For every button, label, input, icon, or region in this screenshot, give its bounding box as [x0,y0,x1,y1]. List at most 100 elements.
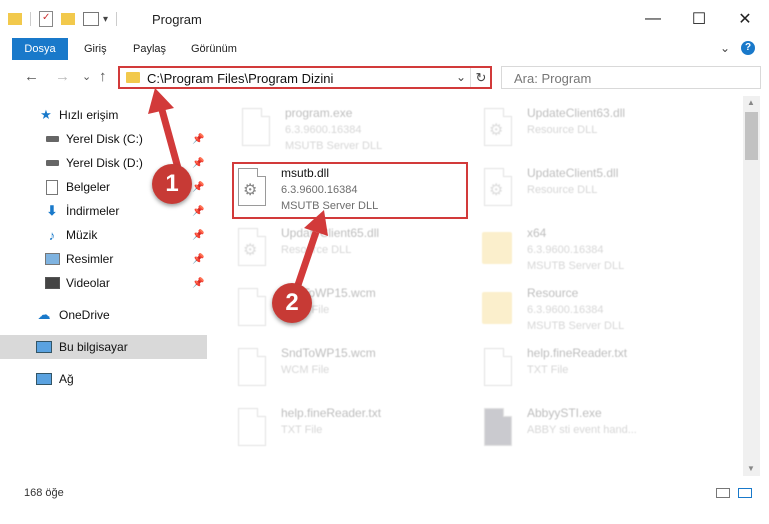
file-item[interactable]: ⚙ UpdateClient63.dll Resource DLL [480,102,716,158]
file-name: Resource [527,286,579,300]
sidebar-item-label: Belgeler [66,180,111,194]
new-folder-icon[interactable] [61,13,75,25]
separator [116,12,118,26]
exe-icon [238,108,272,150]
file-type: TXT File [281,424,323,436]
file-type: TXT File [527,364,569,376]
folder-item[interactable]: x64 6.3.9600.16384 MSUTB Server DLL [480,222,716,278]
file-name: help.fineReader.txt [281,406,382,420]
file-name: UpdateClient5.dll [527,166,619,180]
search-input[interactable]: Ara: Program [501,66,761,89]
file-type: Resource DLL [281,244,352,256]
status-bar: 168 öğe [0,480,769,504]
sidebar-item-label: Müzik [66,228,98,242]
file-item[interactable]: help.fineReader.txt TXT File [234,402,470,458]
pin-icon: 📌 [192,253,205,265]
folder-icon[interactable] [8,13,22,25]
file-type: WCM File [281,364,330,376]
tab-home[interactable]: Giriş [84,38,107,60]
sidebar-item-label: Videolar [66,276,110,290]
scroll-thumb[interactable] [745,112,758,160]
sidebar-item-label: Bu bilgisayar [59,340,128,354]
pin-icon: 📌 [192,133,205,145]
customize-dropdown-icon[interactable]: ▾ [103,14,108,25]
file-item[interactable]: SndToWP15.wcm WCM File [234,342,470,398]
sidebar-item-label: OneDrive [59,308,110,322]
file-name: AbbyySTI.exe [527,406,602,420]
sidebar-item-network[interactable]: Ağ [0,368,207,390]
tab-view[interactable]: Görünüm [191,38,237,60]
file-item[interactable]: help.fineReader.txt TXT File [480,342,716,398]
exe-icon [480,408,514,450]
file-description: MSUTB Server DLL [527,320,625,332]
navigation-pane: ★ Hızlı erişim Yerel Disk (C:) 📌 Yerel D… [0,96,207,476]
up-button[interactable]: ↑ [99,68,107,85]
ribbon-tabs: Dosya Giriş Paylaş Görünüm ⌄ ? [0,38,769,60]
file-item[interactable]: ⚙ UpdateClient5.dll Resource DLL [480,162,716,218]
folder-item[interactable]: Resource 6.3.9600.16384 MSUTB Server DLL [480,282,716,338]
file-item[interactable]: AbbyySTI.exe ABBY sti event hand... [480,402,716,458]
scroll-up-icon[interactable]: ▲ [747,98,755,107]
view-icon[interactable] [83,12,99,26]
quick-access-toolbar: ✓ ▾ [8,10,118,28]
sidebar-item-music[interactable]: ♪ Müzik 📌 [0,224,207,246]
sidebar-item-onedrive[interactable]: ☁ OneDrive [0,304,207,326]
videos-icon [44,276,60,290]
network-icon [36,372,52,386]
cloud-icon: ☁ [37,307,51,322]
back-button[interactable]: ← [24,68,39,85]
maximize-button[interactable]: ☐ [676,0,722,38]
file-icon [234,288,268,330]
downloads-icon: ⬇ [46,203,58,218]
forward-button[interactable]: → [55,68,70,85]
file-item[interactable]: SndToWP15.wcm WCM File [234,282,470,338]
sidebar-item-pictures[interactable]: Resimler 📌 [0,248,207,270]
star-icon: ★ [40,107,52,122]
address-path[interactable]: C:\Program Files\Program Dizini [147,71,333,86]
large-icons-view-icon[interactable] [738,488,752,498]
file-name: program.exe [285,106,353,120]
minimize-button[interactable]: — [630,0,676,38]
file-icon [480,348,514,390]
file-icon [234,408,268,450]
file-name: UpdateClient65.dll [281,226,380,240]
sidebar-item-quick-access[interactable]: ★ Hızlı erişim [0,104,207,126]
file-description: MSUTB Server DLL [527,260,625,272]
folder-icon [480,228,514,270]
documents-icon [44,179,60,195]
file-description: MSUTB Server DLL [285,140,383,152]
sidebar-item-label: Ağ [59,372,74,386]
search-placeholder: Ara: Program [514,71,592,86]
drive-icon [44,132,60,146]
properties-icon[interactable]: ✓ [39,11,53,27]
title-bar: ✓ ▾ Program — ☐ ✕ [0,0,769,38]
sidebar-item-label: İndirmeler [66,204,120,218]
dll-icon: ⚙ [480,168,514,210]
help-icon[interactable]: ? [741,41,755,55]
callout-badge-2: 2 [272,283,312,323]
tab-share[interactable]: Paylaş [133,38,166,60]
sidebar-item-this-pc[interactable]: Bu bilgisayar [0,335,207,359]
expand-ribbon-icon[interactable]: ⌄ [720,41,730,55]
callout-badge-1: 1 [152,164,192,204]
sidebar-item-disk-c[interactable]: Yerel Disk (C:) 📌 [0,128,207,150]
file-item[interactable]: ⚙ UpdateClient65.dll Resource DLL [234,222,470,278]
tab-file[interactable]: Dosya [12,38,68,60]
sidebar-item-videos[interactable]: Videolar 📌 [0,272,207,294]
recent-locations-icon[interactable]: ⌄ [82,70,91,83]
file-item[interactable]: program.exe 6.3.9600.16384 MSUTB Server … [238,102,474,158]
vertical-scrollbar[interactable]: ▲ ▼ [743,96,760,476]
file-name: help.fineReader.txt [527,346,628,360]
address-bar[interactable]: C:\Program Files\Program Dizini ⌄ ↻ [118,66,492,89]
address-dropdown-icon[interactable]: ⌄ [456,70,466,84]
file-name: x64 [527,226,547,240]
scroll-down-icon[interactable]: ▼ [747,464,755,473]
file-type: Resource DLL [527,124,598,136]
details-view-icon[interactable] [716,488,730,498]
file-highlight-box [232,162,468,219]
pin-icon: 📌 [192,277,205,289]
refresh-icon[interactable]: ↻ [470,68,491,87]
item-count: 168 öğe [24,487,64,499]
close-button[interactable]: ✕ [722,0,768,38]
computer-icon [36,340,52,354]
